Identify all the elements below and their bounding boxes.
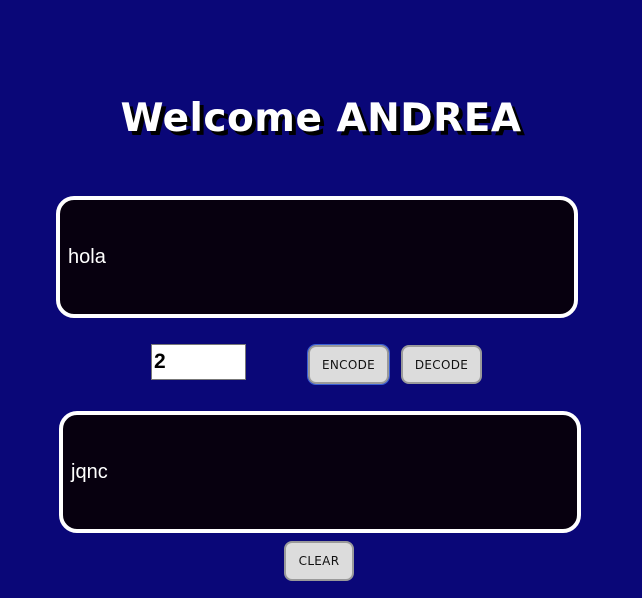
clear-button[interactable]: CLEAR: [284, 541, 354, 581]
output-textarea[interactable]: jqnc: [59, 411, 581, 533]
encode-button[interactable]: ENCODE: [307, 344, 390, 385]
input-textarea[interactable]: hola: [56, 196, 578, 318]
output-text: jqnc: [71, 460, 108, 483]
decode-button[interactable]: DECODE: [401, 345, 482, 384]
shift-input[interactable]: 2: [151, 344, 246, 380]
shift-value: 2: [154, 350, 166, 373]
input-text: hola: [68, 245, 106, 268]
page-title: Welcome ANDREA: [120, 96, 522, 141]
